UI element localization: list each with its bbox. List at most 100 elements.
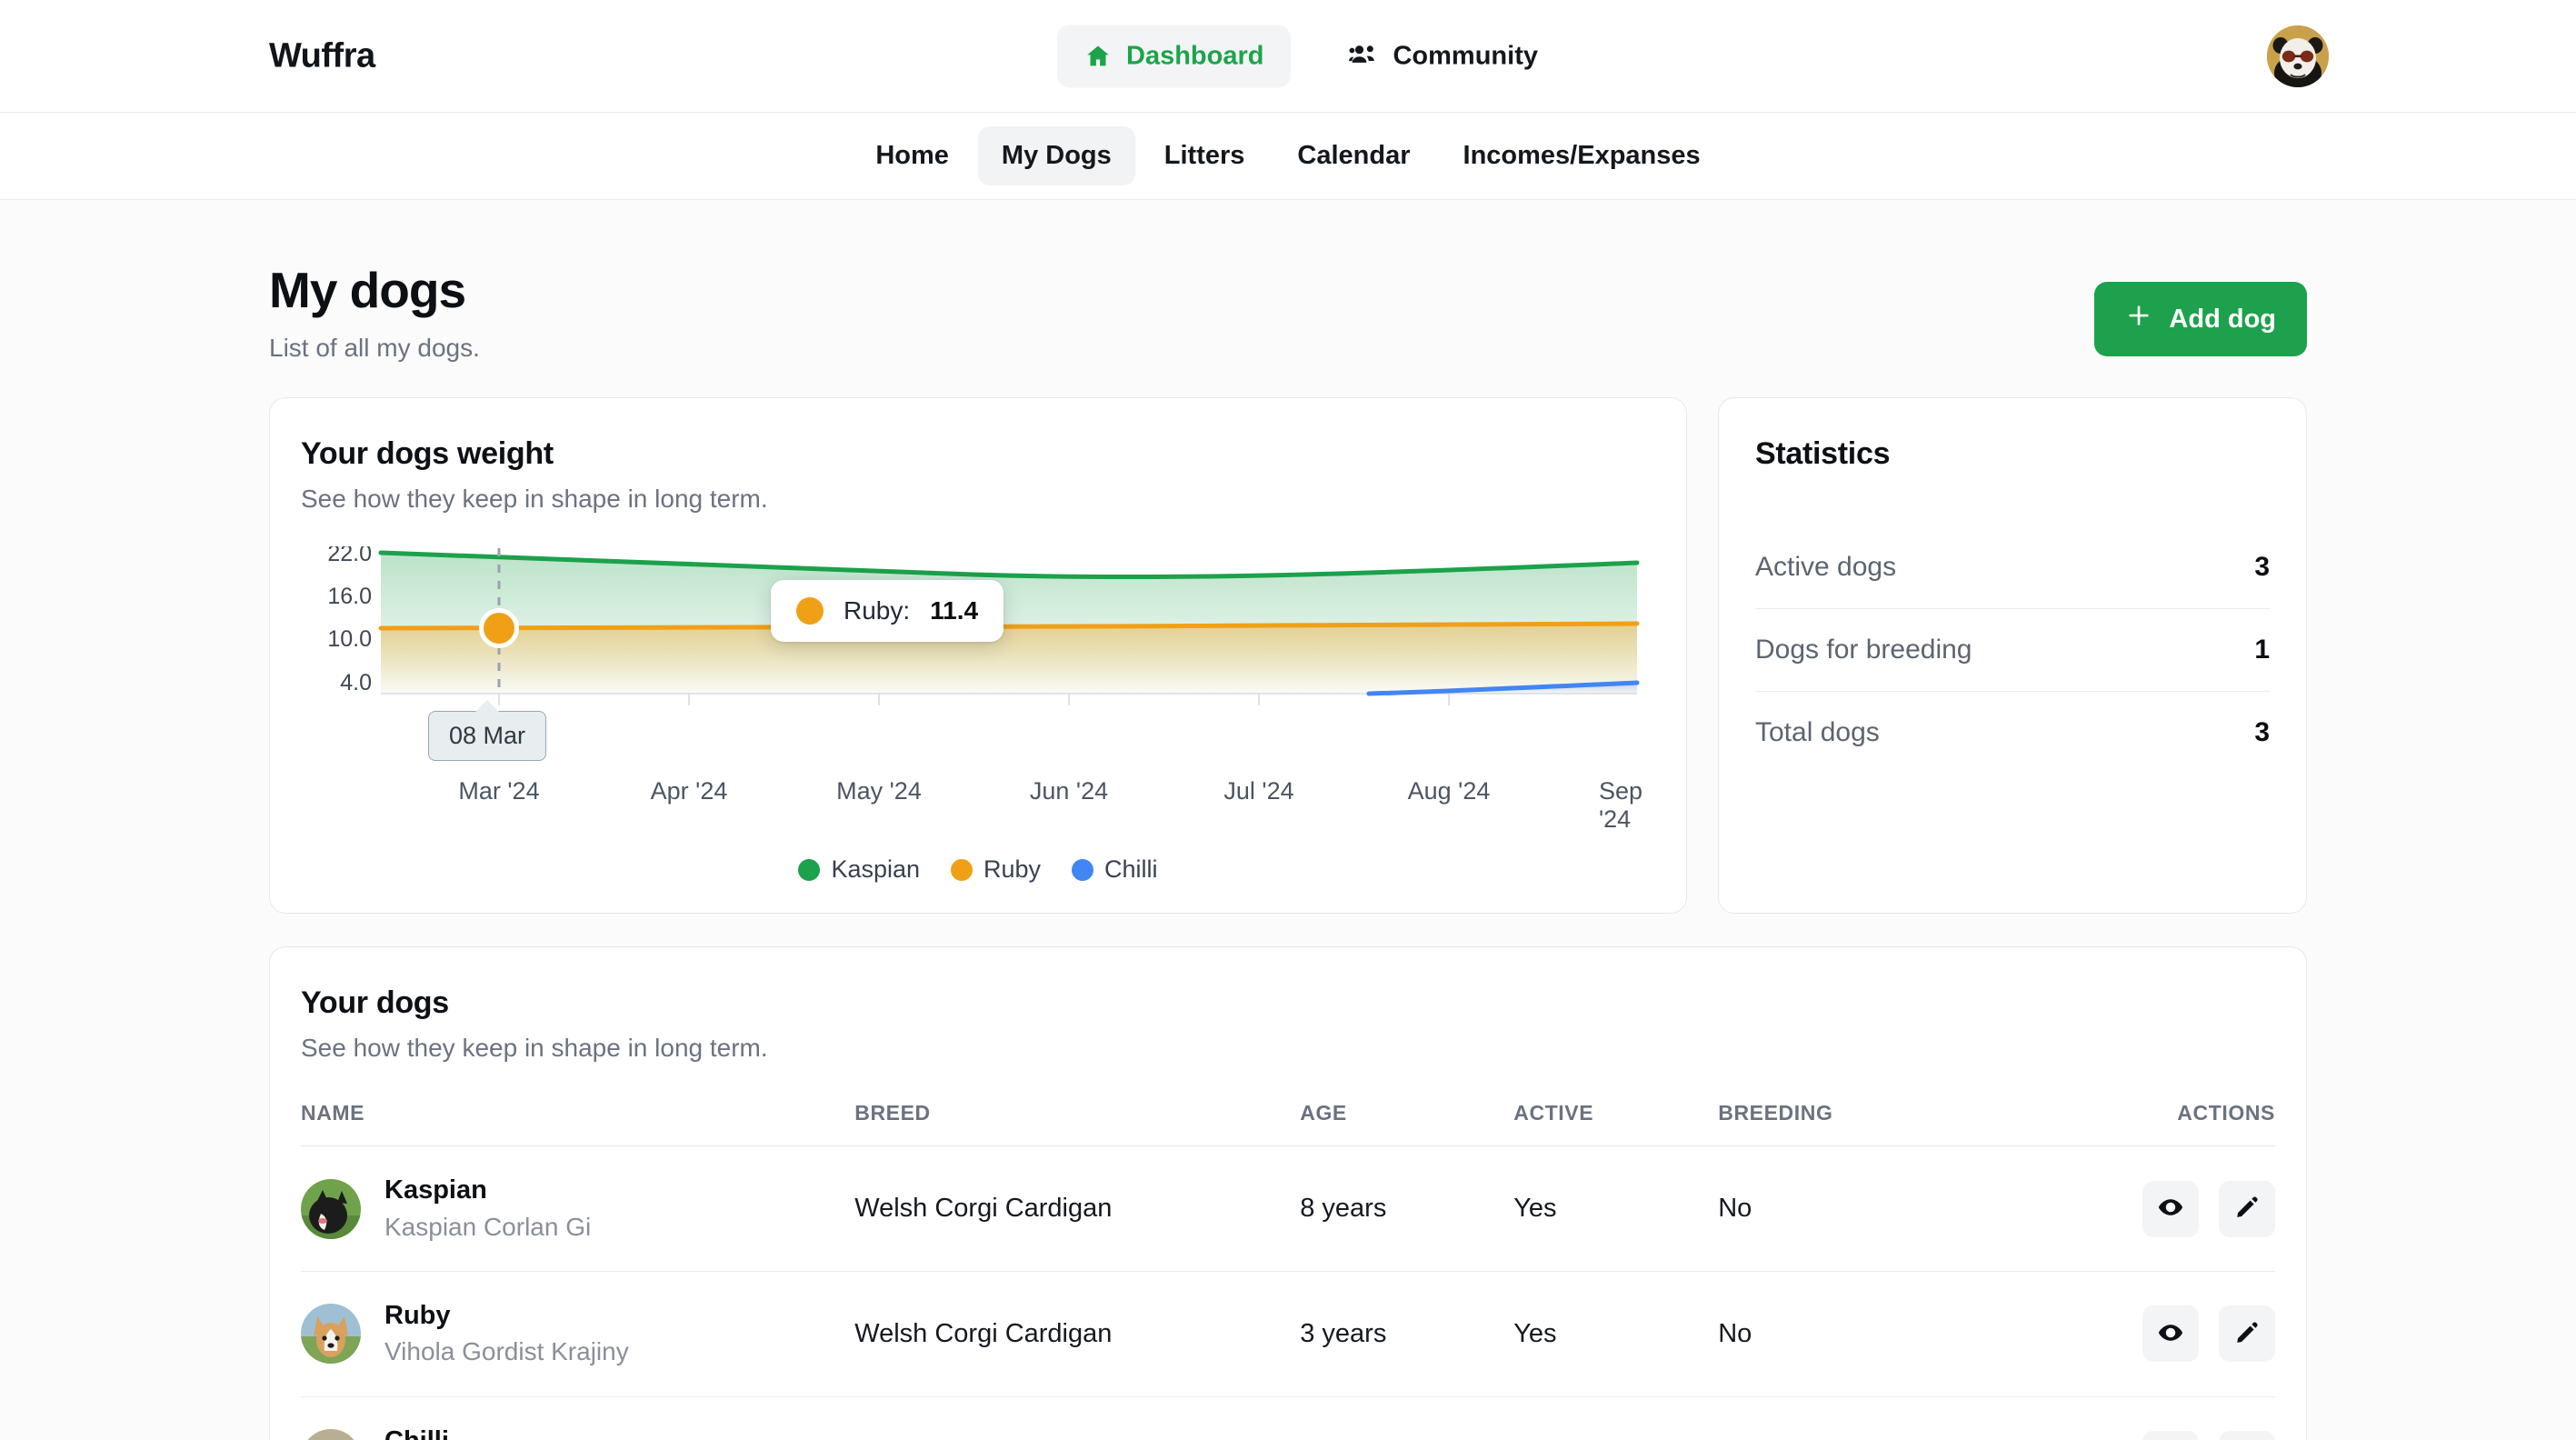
dog-full-name: Vihola Gordist Krajiny	[384, 1337, 629, 1366]
dog-full-name: Kaspian Corlan Gi	[384, 1212, 592, 1241]
top-header-bar: Wuffra Dashboard Community	[0, 0, 2576, 113]
column-header-actions: ACTIONS	[2054, 1101, 2275, 1147]
legend-dot-chilli	[1072, 858, 1094, 881]
primary-nav: Dashboard Community	[1057, 25, 1565, 87]
tab-litters[interactable]: Litters	[1141, 126, 1269, 185]
legend-item-ruby[interactable]: Ruby	[951, 855, 1041, 884]
legend-item-kaspian[interactable]: Kaspian	[798, 855, 920, 884]
x-tick-jul: Jul '24	[1223, 777, 1294, 805]
dog-photo-chilli	[301, 1428, 361, 1440]
chart-x-axis: Mar '24 Apr '24 May '24 Jun '24 Jul '24 …	[301, 777, 1655, 833]
tab-calendar[interactable]: Calendar	[1273, 126, 1433, 185]
view-dog-button[interactable]	[2142, 1430, 2199, 1440]
cell-age: 8 years	[1300, 1145, 1514, 1272]
table-row[interactable]: Chilli Sneakers Fellow Eternity Rough Co…	[301, 1396, 2275, 1440]
dogs-table-header-row: NAME BREED AGE ACTIVE BREEDING ACTIONS	[301, 1101, 2275, 1147]
x-tick-mar: Mar '24	[458, 777, 540, 805]
dogs-table: NAME BREED AGE ACTIVE BREEDING ACTIONS K…	[301, 1101, 2275, 1440]
legend-item-chilli[interactable]: Chilli	[1072, 855, 1158, 884]
x-tick-jun: Jun '24	[1029, 777, 1109, 805]
legend-label-ruby: Ruby	[983, 855, 1042, 884]
dog-name-block: Ruby Vihola Gordist Krajiny	[384, 1299, 629, 1369]
edit-dog-button[interactable]	[2219, 1430, 2275, 1440]
dog-name: Kaspian	[384, 1175, 487, 1205]
tab-incomes-expanses[interactable]: Incomes/Expanses	[1440, 126, 1724, 185]
pencil-icon	[2234, 1320, 2260, 1348]
stat-row-total-dogs: Total dogs 3	[1755, 692, 2270, 774]
stat-label-total-dogs: Total dogs	[1755, 717, 1880, 748]
statistics-title: Statistics	[1755, 436, 1891, 472]
y-tick-4: 4.0	[340, 670, 372, 695]
edit-dog-button[interactable]	[2219, 1180, 2275, 1237]
tooltip-value: 11.4	[930, 596, 979, 625]
stat-row-dogs-for-breeding: Dogs for breeding 1	[1755, 609, 2270, 693]
page-subtitle: List of all my dogs.	[269, 334, 480, 363]
tab-home[interactable]: Home	[852, 126, 973, 185]
dog-name-cell: Ruby Vihola Gordist Krajiny	[301, 1299, 854, 1369]
nav-item-dashboard[interactable]: Dashboard	[1057, 25, 1292, 87]
panda-avatar-image	[2267, 25, 2329, 87]
edit-dog-button[interactable]	[2219, 1305, 2275, 1363]
dog-name-block: Chilli Sneakers Fellow Eternity	[384, 1425, 666, 1440]
y-tick-22: 22.0	[327, 546, 372, 566]
view-dog-button[interactable]	[2142, 1180, 2199, 1237]
weight-chart-title: Your dogs weight	[301, 436, 554, 472]
overview-cards-row: Your dogs weight See how they keep in sh…	[269, 397, 2307, 915]
cell-name: Chilli Sneakers Fellow Eternity	[301, 1396, 854, 1440]
legend-label-kaspian: Kaspian	[831, 855, 921, 884]
view-dog-button[interactable]	[2142, 1305, 2199, 1363]
chart-tooltip: Ruby: 11.4	[771, 580, 1004, 643]
nav-item-community[interactable]: Community	[1322, 25, 1565, 87]
legend-label-chilli: Chilli	[1104, 855, 1158, 884]
dog-name: Ruby	[384, 1300, 451, 1330]
cell-actions	[2054, 1145, 2275, 1272]
cell-breeding: No	[1718, 1271, 2055, 1397]
column-header-name: NAME	[301, 1101, 855, 1147]
cell-active: Yes	[1513, 1145, 1719, 1272]
dog-photo-ruby	[301, 1304, 361, 1365]
dog-name-cell: Kaspian Kaspian Corlan Gi	[301, 1174, 854, 1244]
table-row[interactable]: Kaspian Kaspian Corlan Gi Welsh Corgi Ca…	[301, 1145, 2275, 1272]
app-root: Wuffra Dashboard Community Home My Dogs …	[0, 0, 2576, 1440]
cell-actions	[2054, 1396, 2275, 1440]
cell-breed: Welsh Corgi Cardigan	[854, 1145, 1301, 1272]
dogs-table-subtitle: See how they keep in shape in long term.	[301, 1034, 768, 1063]
secondary-nav: Home My Dogs Litters Calendar Incomes/Ex…	[0, 113, 2576, 200]
cell-age: 3 years	[1300, 1271, 1514, 1397]
chart-point-ruby	[484, 613, 514, 645]
pencil-icon	[2234, 1195, 2260, 1223]
user-avatar[interactable]	[2267, 25, 2329, 87]
cell-breeding: Yes	[1718, 1396, 2054, 1440]
home-icon	[1084, 43, 1112, 70]
statistics-list: Active dogs 3 Dogs for breeding 1 Total …	[1755, 526, 2270, 774]
weight-chart-plot[interactable]: 22.0 16.0 10.0 4.0 Ruby: 11.4 08 Mar	[301, 546, 1655, 774]
chart-crosshair-label: 08 Mar	[428, 711, 547, 762]
add-dog-button[interactable]: Add dog	[2094, 282, 2307, 356]
brand-logo[interactable]: Wuffra	[269, 36, 375, 75]
page-header-text: My dogs List of all my dogs.	[269, 262, 480, 363]
cell-age: 0 years	[1300, 1396, 1513, 1440]
tab-my-dogs[interactable]: My Dogs	[977, 126, 1135, 185]
nav-item-community-label: Community	[1393, 41, 1538, 70]
x-tick-aug: Aug '24	[1407, 777, 1491, 805]
chart-legend: Kaspian Ruby Chilli	[301, 855, 1655, 884]
weight-chart-subtitle: See how they keep in shape in long term.	[301, 485, 768, 514]
cell-active: Yes	[1513, 1271, 1719, 1397]
x-tick-may: May '24	[836, 777, 922, 805]
stat-label-dogs-for-breeding: Dogs for breeding	[1755, 635, 1972, 665]
table-row[interactable]: Ruby Vihola Gordist Krajiny Welsh Corgi …	[301, 1271, 2275, 1397]
column-header-breed: BREED	[854, 1101, 1301, 1147]
dogs-table-head: NAME BREED AGE ACTIVE BREEDING ACTIONS	[301, 1101, 2275, 1147]
eye-icon	[2157, 1319, 2184, 1349]
page-header: My dogs List of all my dogs. Add dog	[269, 200, 2307, 363]
dog-name-block: Kaspian Kaspian Corlan Gi	[384, 1174, 591, 1244]
stat-value-dogs-for-breeding: 1	[2254, 635, 2270, 665]
tooltip-series-label: Ruby:	[844, 596, 911, 625]
y-tick-10: 10.0	[327, 626, 372, 652]
series-area-ruby	[381, 624, 1637, 695]
dogs-table-card: Your dogs See how they keep in shape in …	[269, 946, 2307, 1440]
legend-dot-kaspian	[798, 858, 821, 881]
column-header-active: ACTIVE	[1513, 1101, 1719, 1147]
cell-breed: Rough Collie	[854, 1396, 1300, 1440]
column-header-age: AGE	[1300, 1101, 1514, 1147]
